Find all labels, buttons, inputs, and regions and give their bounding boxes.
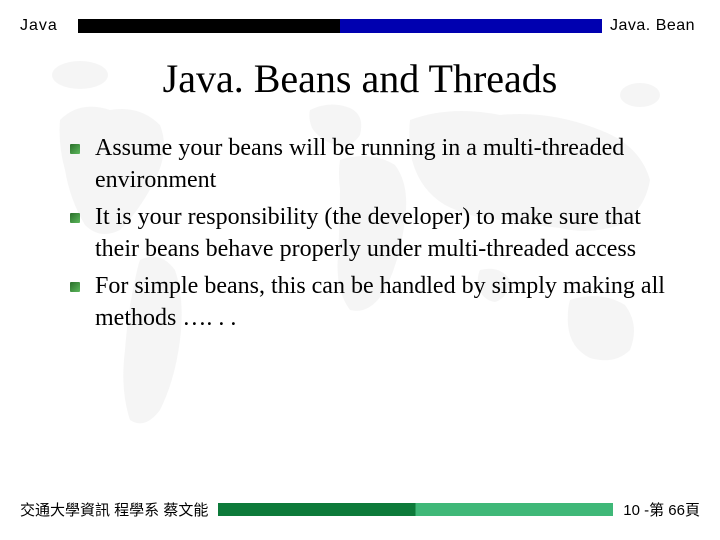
bullet-item: For simple beans, this can be handled by… — [70, 270, 670, 335]
footer-author: 交通大學資訊 程學系 蔡文能 — [20, 499, 208, 520]
slide-header: Java Java. Bean — [0, 0, 720, 40]
slide-footer: 交通大學資訊 程學系 蔡文能 10 -第 66頁 — [0, 499, 720, 520]
slide-content: Assume your beans will be running in a m… — [0, 132, 720, 334]
bullet-text: It is your responsibility (the developer… — [95, 204, 641, 262]
header-right-label: Java. Bean — [610, 17, 700, 35]
footer-page-number: 10 -第 66頁 — [623, 499, 700, 520]
bullet-item: It is your responsibility (the developer… — [70, 201, 670, 266]
header-decorative-bar — [78, 19, 602, 33]
slide-title: Java. Beans and Threads — [0, 55, 720, 102]
bullet-text: For simple beans, this can be handled by… — [95, 273, 665, 331]
bullet-text: Assume your beans will be running in a m… — [95, 135, 624, 193]
header-left-label: Java — [20, 17, 70, 35]
bullet-item: Assume your beans will be running in a m… — [70, 132, 670, 197]
footer-decorative-bar — [218, 503, 613, 516]
